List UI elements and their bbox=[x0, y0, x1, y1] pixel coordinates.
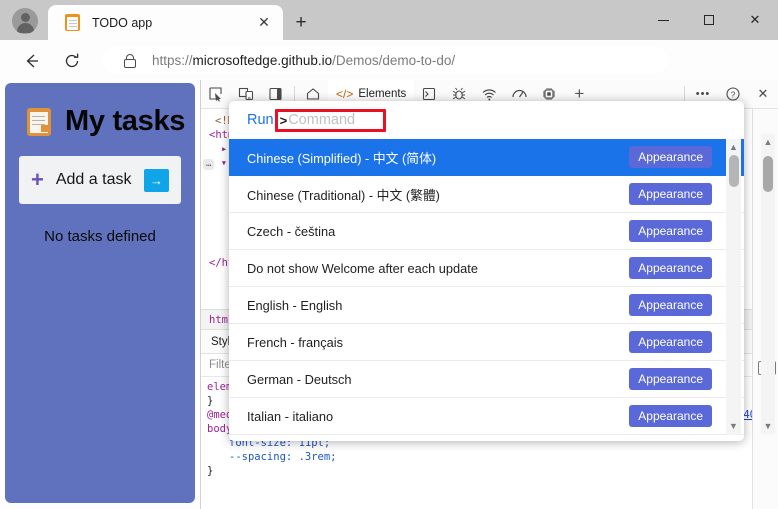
tab-title: TODO app bbox=[92, 15, 153, 30]
list-item-label: Czech - čeština bbox=[247, 223, 336, 239]
close-window-icon[interactable]: ✕ bbox=[732, 0, 778, 40]
minimize-icon[interactable] bbox=[640, 0, 686, 40]
clipboard-icon bbox=[64, 14, 81, 31]
list-item-label: German - Deutsch bbox=[247, 371, 352, 387]
reload-button[interactable] bbox=[60, 49, 84, 73]
status-badge: Appearance bbox=[629, 331, 712, 353]
inspect-element-icon[interactable] bbox=[201, 80, 231, 108]
window-controls: ✕ bbox=[640, 0, 778, 40]
maximize-icon[interactable] bbox=[686, 0, 732, 40]
run-label: Run bbox=[247, 112, 274, 128]
todo-header: My tasks bbox=[5, 83, 195, 138]
css-brace: } bbox=[207, 465, 214, 477]
list-item-label: Chinese (Simplified) - 中文 (简体) bbox=[247, 150, 437, 166]
css-property-name[interactable]: --spacing bbox=[229, 451, 286, 463]
page-title: My tasks bbox=[65, 105, 186, 137]
close-devtools-icon[interactable]: ✕ bbox=[748, 80, 778, 108]
scroll-down-icon[interactable]: ▼ bbox=[763, 421, 773, 431]
list-item-label: Chinese (Traditional) - 中文 (繁體) bbox=[247, 187, 440, 203]
list-item-label: Italian - italiano bbox=[247, 408, 334, 424]
new-tab-button[interactable]: + bbox=[288, 10, 314, 36]
url-prefix: https:// bbox=[152, 53, 193, 68]
status-badge: Appearance bbox=[629, 405, 712, 427]
list-item[interactable]: French - français Appearance bbox=[229, 324, 744, 361]
profile-avatar-icon[interactable] bbox=[12, 8, 38, 34]
command-input-placeholder: Command bbox=[288, 112, 356, 128]
command-palette-dialog: Run > Command Chinese (Simplified) - 中文 … bbox=[229, 101, 744, 441]
list-item-label: Do not show Welcome after each update bbox=[247, 260, 478, 276]
scrollbar-thumb[interactable] bbox=[763, 156, 773, 192]
svg-text:?: ? bbox=[731, 89, 736, 99]
status-badge: Appearance bbox=[629, 257, 712, 279]
status-badge: Appearance bbox=[629, 220, 712, 242]
palette-scrollbar[interactable]: ▲ ▼ bbox=[726, 139, 741, 435]
list-item[interactable]: Chinese (Traditional) - 中文 (繁體) Appearan… bbox=[229, 176, 744, 213]
list-item-label: French - français bbox=[247, 334, 344, 350]
list-item[interactable]: Chinese (Simplified) - 中文 (简体) Appearanc… bbox=[229, 139, 744, 176]
status-badge: Appearance bbox=[629, 368, 712, 390]
scroll-up-icon[interactable]: ▲ bbox=[763, 137, 773, 147]
tab-strip: TODO app ✕ + ✕ bbox=[0, 0, 778, 40]
prompt-caret: > bbox=[279, 112, 288, 128]
list-item[interactable]: Czech - čeština Appearance bbox=[229, 213, 744, 250]
address-bar[interactable]: https://microsoftedge.github.io/Demos/de… bbox=[102, 47, 668, 74]
browser-window: TODO app ✕ + ✕ https://microsoftedge.git… bbox=[0, 0, 778, 509]
css-line: } bbox=[207, 464, 778, 478]
list-item-label: English - English bbox=[247, 297, 343, 313]
command-input-wrapper: > Command bbox=[274, 108, 386, 132]
empty-state-message: No tasks defined bbox=[44, 228, 156, 245]
url-path: /Demos/demo-to-do/ bbox=[332, 53, 456, 68]
status-badge: Appearance bbox=[629, 183, 712, 205]
todo-card: My tasks + Add a task → No tasks defined bbox=[5, 83, 195, 503]
scrollbar-thumb[interactable] bbox=[728, 155, 739, 187]
lock-icon bbox=[122, 53, 138, 69]
plus-icon: + bbox=[31, 167, 44, 192]
back-button[interactable] bbox=[20, 49, 44, 73]
command-palette-header: Run > Command bbox=[229, 101, 744, 139]
browser-toolbar: https://microsoftedge.github.io/Demos/de… bbox=[0, 40, 778, 108]
command-input[interactable]: > Command bbox=[274, 108, 386, 132]
list-item[interactable]: English - English Appearance bbox=[229, 287, 744, 324]
toolbar-divider bbox=[294, 85, 295, 103]
url-host: microsoftedge.github.io bbox=[192, 53, 333, 68]
toolbar-divider-2 bbox=[684, 85, 685, 103]
list-item[interactable]: German - Deutsch Appearance bbox=[229, 361, 744, 398]
code-brackets-icon: </> bbox=[336, 87, 354, 101]
add-task-placeholder: Add a task bbox=[55, 171, 132, 188]
css-property-value[interactable]: .3rem bbox=[299, 451, 331, 463]
submit-task-button[interactable]: → bbox=[144, 168, 169, 192]
command-palette-list[interactable]: Chinese (Simplified) - 中文 (简体) Appearanc… bbox=[229, 139, 744, 435]
add-task-input[interactable]: + Add a task → bbox=[19, 156, 181, 204]
css-line[interactable]: --spacing: .3rem; bbox=[207, 450, 778, 464]
close-icon[interactable]: ✕ bbox=[253, 12, 275, 34]
status-badge: Appearance bbox=[629, 146, 712, 168]
url-text: https://microsoftedge.github.io/Demos/de… bbox=[152, 53, 455, 68]
web-page-viewport: My tasks + Add a task → No tasks defined bbox=[0, 80, 200, 509]
devtools-scrollbar[interactable]: ▲ ▼ bbox=[761, 134, 775, 434]
dom-more-badge[interactable]: … bbox=[203, 159, 215, 170]
css-brace: } bbox=[207, 395, 214, 407]
tab-elements-label: Elements bbox=[358, 88, 407, 100]
status-badge: Appearance bbox=[629, 294, 712, 316]
browser-tab[interactable]: TODO app ✕ bbox=[48, 5, 283, 40]
list-item[interactable]: Italian - italiano Appearance bbox=[229, 398, 744, 435]
list-item[interactable]: Do not show Welcome after each update Ap… bbox=[229, 250, 744, 287]
scroll-up-icon[interactable]: ▲ bbox=[728, 142, 739, 153]
clipboard-icon bbox=[27, 107, 51, 136]
scroll-down-icon[interactable]: ▼ bbox=[728, 421, 739, 432]
